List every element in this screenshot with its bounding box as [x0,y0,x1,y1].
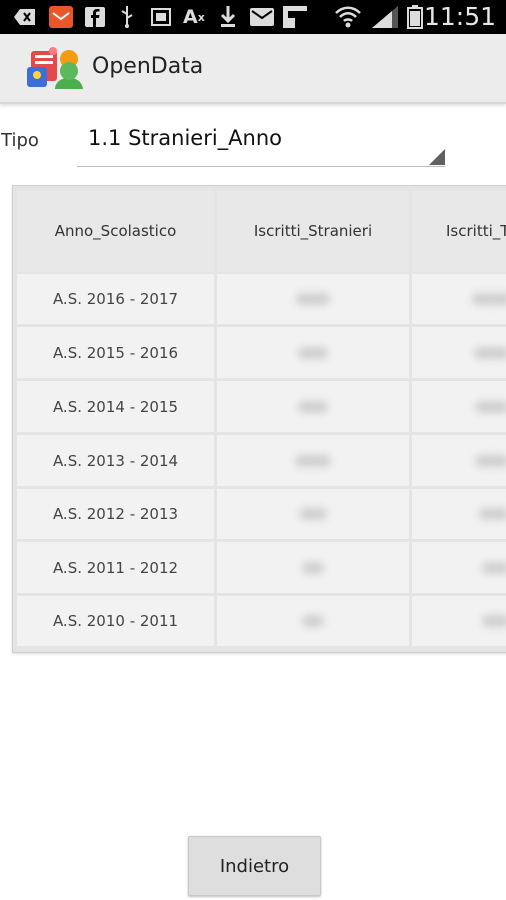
column-header: Iscritti_T [412,190,506,272]
signal-icon [372,6,398,28]
table-cell-redacted [412,435,506,486]
table-cell-redacted [412,327,506,378]
gmail-icon [250,7,274,27]
app-logo-icon [25,45,85,91]
sim-icon [151,7,171,27]
tipo-spinner[interactable]: 1.1 Stranieri_Anno [77,114,445,167]
table-cell-redacted [412,542,506,593]
table-cell-redacted [217,435,409,486]
back-icon [14,7,36,27]
facebook-icon [85,7,105,27]
wifi-icon [335,6,361,28]
column-header: Anno_Scolastico [17,190,214,272]
mail-icon [49,6,73,28]
battery-icon [407,5,423,29]
column-header: Iscritti_Stranieri [217,190,409,272]
download-icon [219,6,237,27]
table-cell-redacted [217,542,409,593]
data-table[interactable]: Anno_Scolastico Iscritti_Stranieri Iscri… [12,185,506,653]
back-button[interactable]: Indietro [188,836,321,896]
tipo-spinner-value: 1.1 Stranieri_Anno [88,126,283,150]
action-bar: OpenData [0,34,506,104]
table-cell-redacted [412,489,506,539]
table-cell: A.S. 2011 - 2012 [17,542,214,593]
usb-icon [119,6,135,28]
dropdown-arrow-icon [429,149,445,165]
pinterest-icon [283,6,307,28]
table-cell-redacted [217,596,409,646]
table-cell: A.S. 2013 - 2014 [17,435,214,486]
table-cell-redacted [217,274,409,324]
table-cell: A.S. 2016 - 2017 [17,274,214,324]
table-cell-redacted [217,489,409,539]
status-bar: Ax 11:51 [0,0,506,34]
table-cell: A.S. 2014 - 2015 [17,381,214,432]
table-cell-redacted [217,327,409,378]
table-cell-redacted [412,381,506,432]
table-cell: A.S. 2015 - 2016 [17,327,214,378]
font-icon: Ax [183,6,205,28]
table-cell: A.S. 2012 - 2013 [17,489,214,539]
table-cell-redacted [217,381,409,432]
table-cell-redacted [412,596,506,646]
table-cell: A.S. 2010 - 2011 [17,596,214,646]
status-time: 11:51 [423,2,496,31]
tipo-label: Tipo [1,130,39,151]
app-title: OpenData [92,54,204,79]
table-cell-redacted [412,274,506,324]
